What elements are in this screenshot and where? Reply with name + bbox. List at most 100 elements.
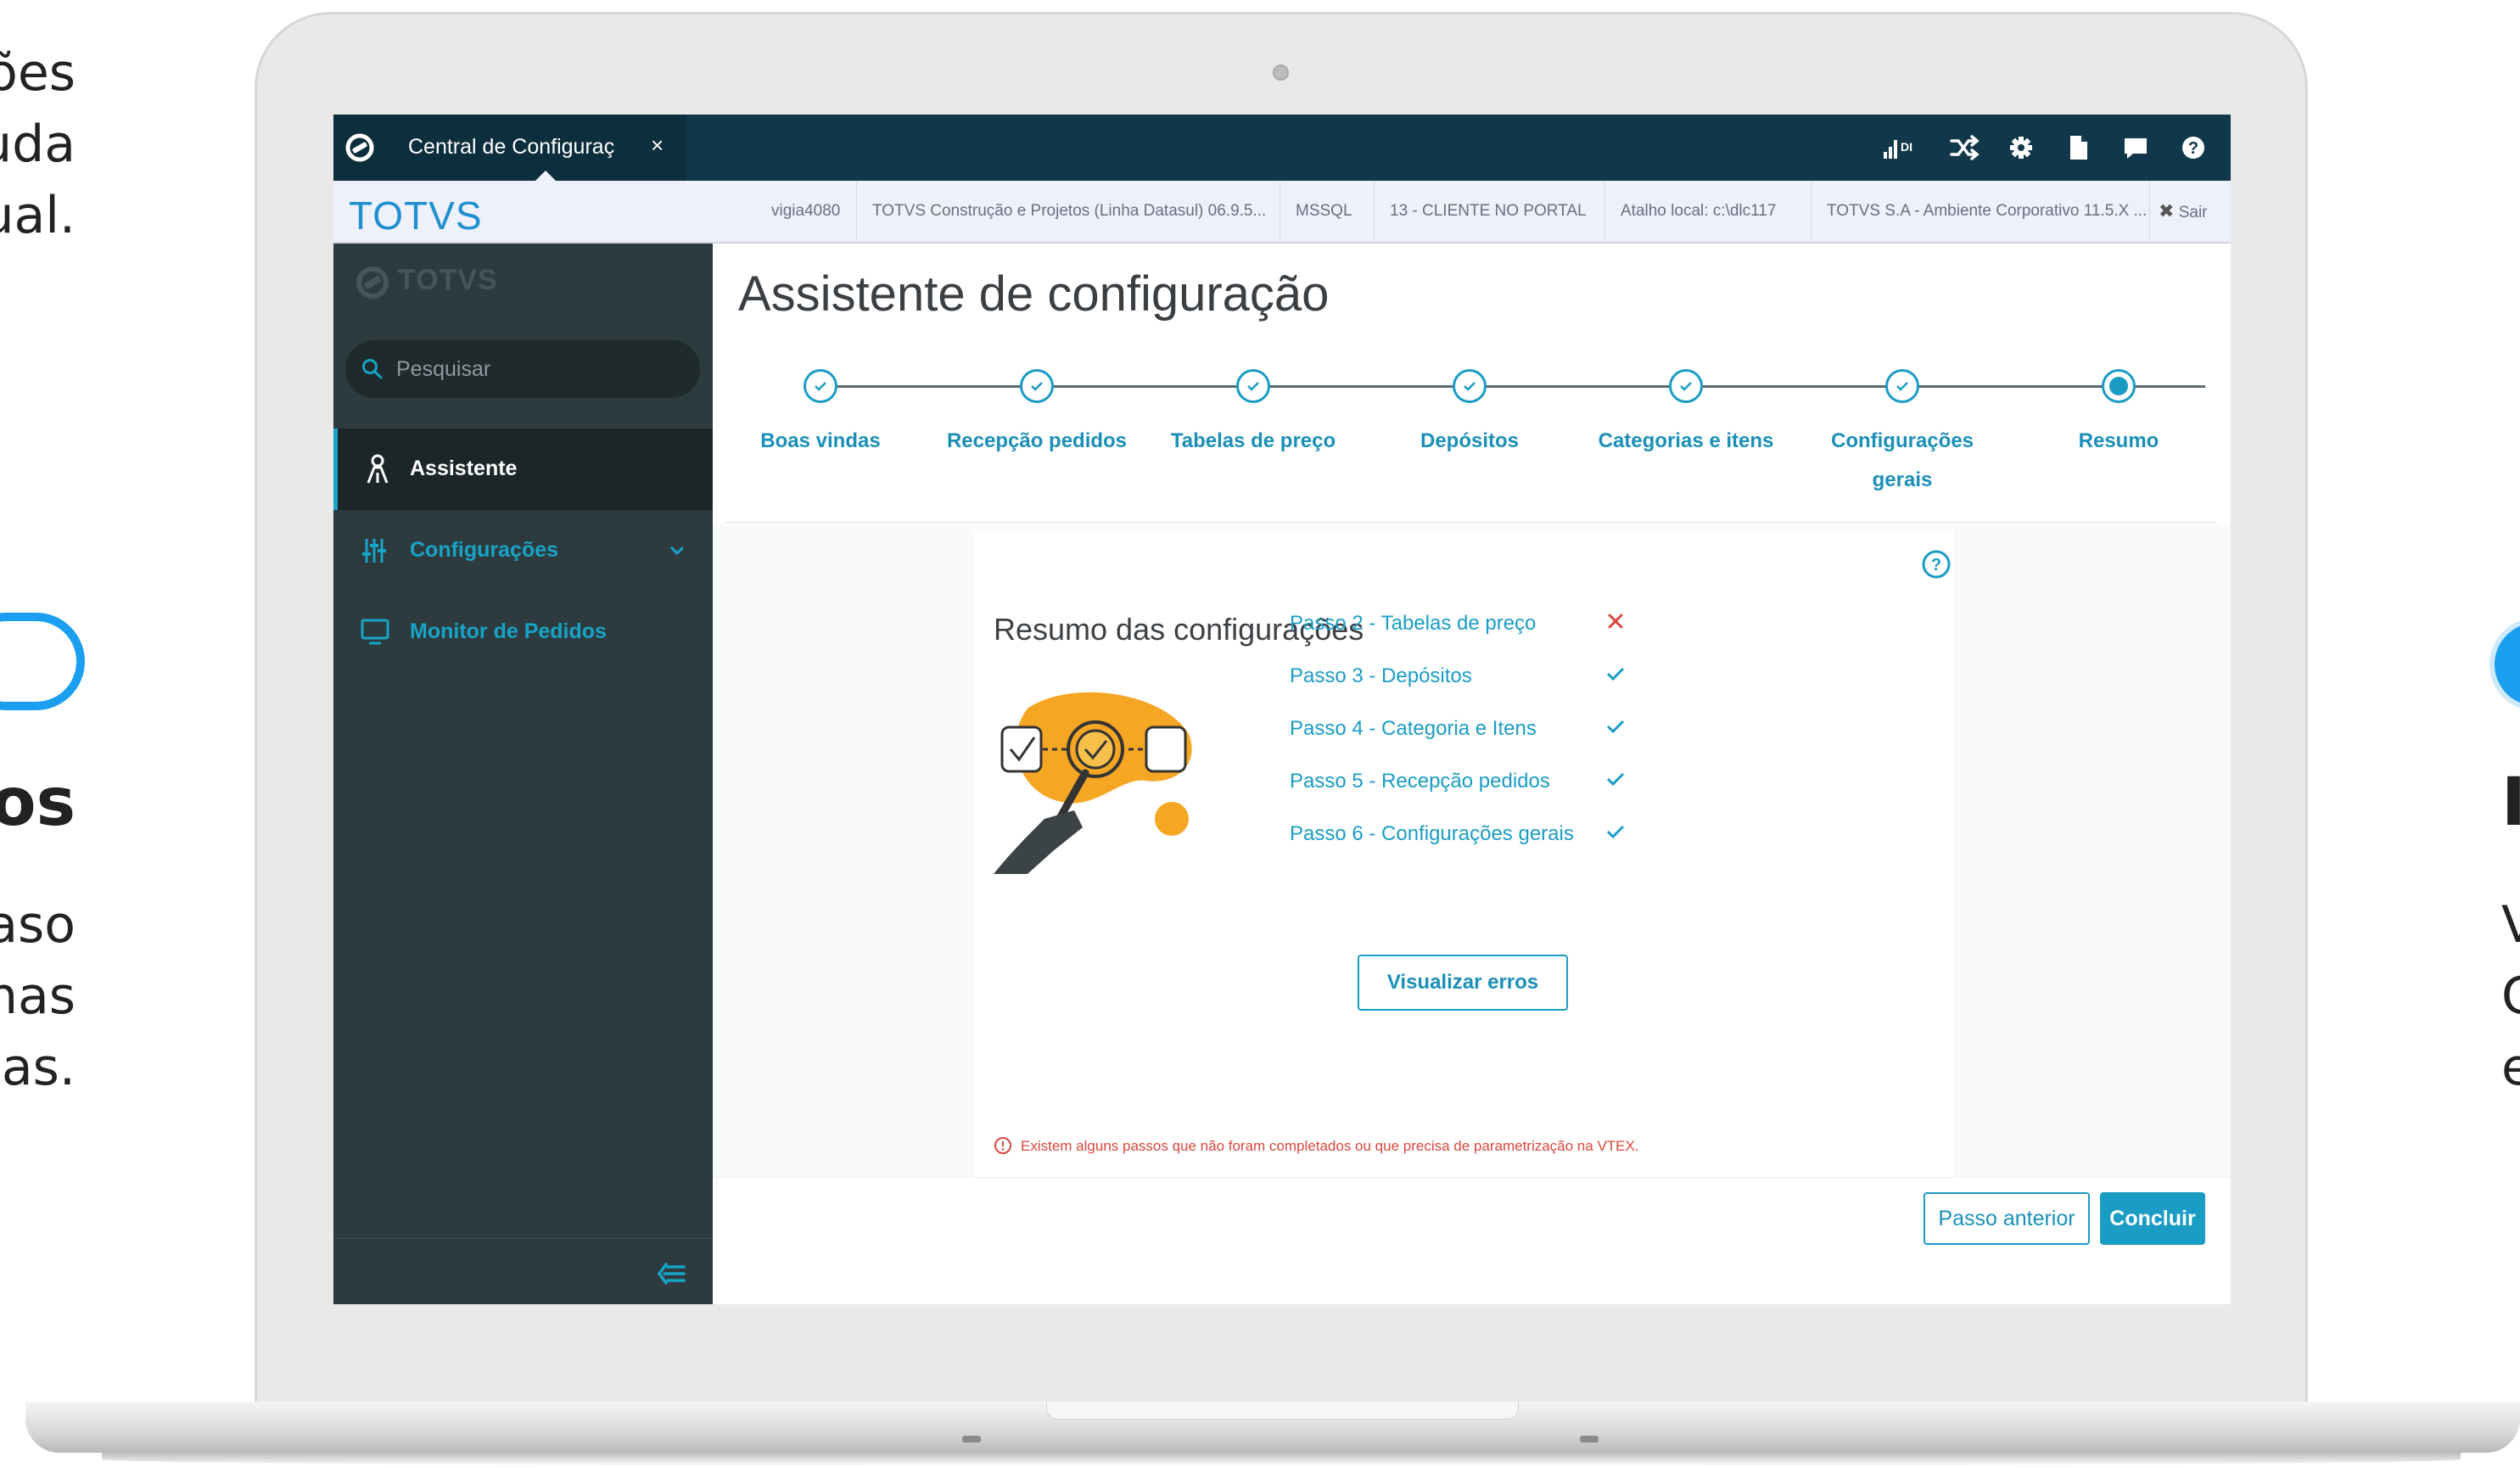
tab-pointer (535, 171, 556, 181)
sidebar-logo-text: TOTVS (398, 264, 498, 296)
info-database: MSSQL (1280, 181, 1368, 242)
sidebar-footer (333, 1238, 713, 1304)
warning-text: Existem alguns passos que não foram comp… (1021, 1138, 1639, 1154)
summary-card: ? Resumo das configurações Passo 2 - Tab… (973, 530, 1954, 1179)
check-icon (1896, 382, 1908, 391)
warning-icon (994, 1137, 1011, 1154)
check-icon (1680, 382, 1692, 391)
summary-item-label[interactable]: Passo 2 - Tabelas de preço (1290, 612, 1536, 636)
chevron-down-icon (669, 546, 685, 556)
step-label: Resumo (2078, 429, 2159, 452)
check-icon (1606, 720, 1625, 734)
sidebar-search-input[interactable]: Pesquisar (345, 340, 700, 398)
main-content: Assistente de configuração Boas vindas R… (713, 244, 2231, 1304)
laptop-foot (962, 1436, 981, 1443)
help-icon[interactable]: ? (2177, 132, 2209, 164)
help-circle-icon[interactable]: ? (1921, 549, 1952, 580)
sidebar-item-assistente[interactable]: Assistente (333, 429, 713, 510)
summary-item-label[interactable]: Passo 3 - Depósitos (1290, 664, 1472, 688)
page-title: Assistente de configuração (738, 266, 1330, 322)
info-product: TOTVS Construção e Projetos (Linha Datas… (856, 181, 1281, 242)
right-text-line: e (2501, 1038, 2520, 1097)
sliders-icon (362, 539, 386, 563)
summary-item-label[interactable]: Passo 5 - Recepção pedidos (1290, 770, 1550, 793)
check-icon (1606, 667, 1625, 681)
laptop-foot (1580, 1436, 1599, 1443)
exit-button[interactable]: ✖ Sair (2149, 181, 2231, 242)
left-text-line: as. (1, 1038, 76, 1097)
chat-icon[interactable] (2120, 132, 2152, 164)
step-label: Configurações gerais (1830, 429, 1974, 491)
shuffle-icon[interactable] (1948, 132, 1980, 164)
laptop-notch (1046, 1402, 1519, 1420)
step-4-done[interactable] (1453, 369, 1487, 403)
left-text-line: nas (0, 967, 76, 1026)
document-icon[interactable] (2062, 132, 2094, 164)
collapse-sidebar-icon[interactable] (658, 1261, 686, 1286)
search-icon (362, 359, 383, 379)
signal-icon[interactable]: DI (1882, 132, 1914, 164)
sidebar-item-configuracoes[interactable]: Configurações (333, 510, 713, 591)
svg-text:?: ? (2188, 139, 2198, 158)
svg-text:?: ? (1931, 556, 1941, 574)
left-text-line: ões (0, 43, 76, 103)
check-icon (1031, 382, 1043, 391)
error-x-icon (1608, 614, 1623, 629)
wizard-icon (367, 454, 389, 484)
previous-step-button[interactable]: Passo anterior (1924, 1192, 2090, 1245)
exit-label: Sair (2178, 204, 2208, 221)
info-environment: TOTVS S.A - Ambiente Corporativo 11.5.X … (1811, 181, 2162, 242)
right-toggle-circle (2489, 618, 2520, 711)
sidebar-item-label: Assistente (410, 457, 518, 480)
check-icon (1606, 825, 1625, 839)
summary-item-label[interactable]: Passo 6 - Configurações gerais (1290, 822, 1574, 846)
step-label: Boas vindas (760, 429, 881, 452)
signal-label: DI (1901, 140, 1912, 154)
current-step-dot (2109, 377, 2128, 395)
left-heading: os (0, 765, 76, 841)
wizard-footer: Passo anterior Concluir (713, 1177, 2231, 1304)
check-icon (1464, 382, 1476, 391)
step-6-done[interactable] (1885, 369, 1919, 403)
info-shortcut: Atalho local: c:\dlc117 (1604, 181, 1791, 242)
right-heading: I (2501, 765, 2520, 841)
divider (725, 522, 2218, 524)
laptop-shadow (102, 1453, 2461, 1466)
checklist-illustration (994, 692, 1192, 874)
search-placeholder: Pesquisar (396, 357, 491, 381)
left-text-line: aso (0, 895, 76, 955)
monitor-icon (361, 619, 389, 645)
finish-button[interactable]: Concluir (2100, 1192, 2205, 1245)
summary-item-label[interactable]: Passo 4 - Categoria e Itens (1290, 717, 1537, 741)
check-icon (1247, 382, 1259, 391)
check-icon (1606, 772, 1625, 787)
gear-icon[interactable] (2005, 132, 2037, 164)
totvs-logo-icon (356, 266, 389, 299)
sidebar: TOTVS Pesquisar Assistente Configurações… (333, 244, 713, 1304)
info-bar: TOTVS vigia4080 TOTVS Construção e Proje… (333, 181, 2231, 244)
sidebar-item-monitor-de-pedidos[interactable]: Monitor de Pedidos (333, 591, 713, 673)
warning-note: Existem alguns passos que não foram comp… (994, 1136, 1639, 1155)
step-1-done[interactable] (804, 369, 837, 403)
top-bar: Central de Configuraç × DI ? (333, 115, 2231, 181)
right-text-line: V (2501, 895, 2520, 955)
close-icon: ✖ (2159, 200, 2175, 221)
view-errors-button[interactable]: Visualizar erros (1358, 955, 1568, 1011)
tab-close-button[interactable]: × (651, 132, 664, 159)
app-tab[interactable]: Central de Configuraç × (333, 115, 686, 181)
step-2-done[interactable] (1020, 369, 1054, 403)
left-toggle-ring (0, 613, 85, 710)
sidebar-item-label: Monitor de Pedidos (410, 619, 607, 643)
right-text-line: C (2501, 967, 2520, 1026)
info-user: vigia4080 (771, 202, 841, 220)
step-3-done[interactable] (1236, 369, 1270, 403)
step-label: Tabelas de preço (1170, 429, 1336, 452)
sidebar-item-label: Configurações (410, 538, 559, 562)
check-icon (815, 382, 826, 391)
left-text-line: uda (0, 115, 76, 174)
step-5-done[interactable] (1669, 369, 1703, 403)
brand-title: TOTVS (349, 193, 483, 238)
tab-title: Central de Configuraç (408, 135, 615, 159)
step-7-current[interactable] (2102, 369, 2136, 403)
totvs-logo-icon (345, 133, 374, 162)
